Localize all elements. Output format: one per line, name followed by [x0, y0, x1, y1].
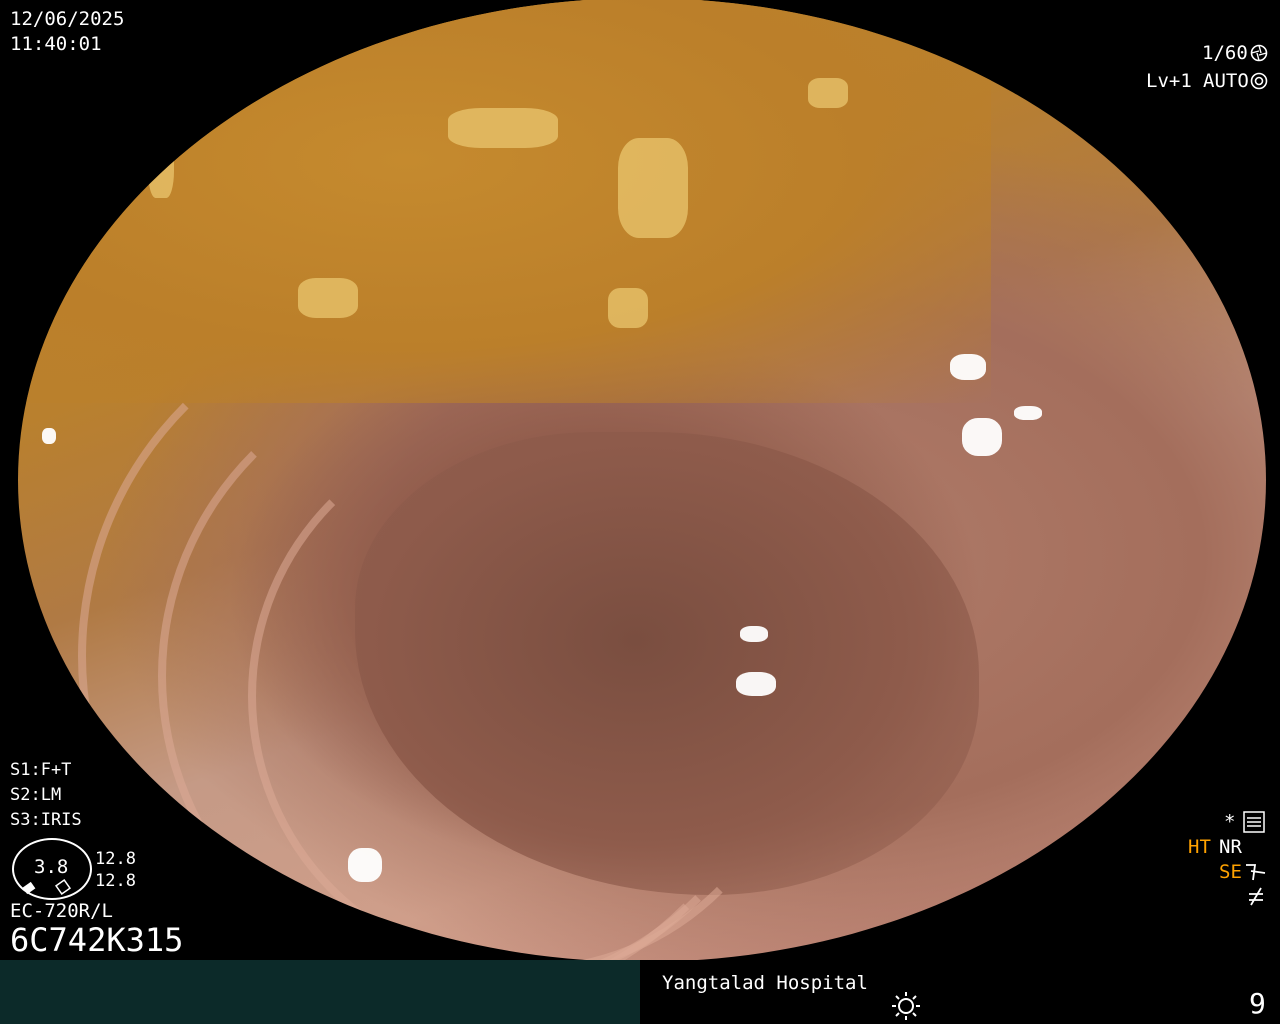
sun-icon [892, 992, 920, 1020]
light-reflection [348, 848, 382, 882]
debris [448, 108, 558, 148]
light-reflection [244, 0, 274, 16]
scope-model: EC-720R/L [10, 900, 113, 922]
light-reflection [286, 888, 316, 908]
light-reflection [736, 672, 776, 696]
se-indicator: SE [1219, 861, 1242, 883]
level-label: Lv+1 [1146, 70, 1192, 92]
debris [808, 78, 848, 108]
nr-indicator: NR [1219, 836, 1242, 858]
light-reflection [42, 428, 56, 444]
setting-s1: S1:F+T [10, 760, 72, 780]
shutter-icon [1250, 44, 1268, 62]
endoscope-image [18, 0, 1266, 962]
ht-indicator: HT [1188, 836, 1211, 858]
mode-label: AUTO [1203, 70, 1249, 92]
scope-serial: 6C742K315 [10, 921, 184, 959]
debris [608, 288, 648, 328]
light-reflection [1014, 406, 1042, 420]
auto-iris-icon [1250, 72, 1268, 90]
debris [298, 278, 358, 318]
hospital-name: Yangtalad Hospital [662, 972, 868, 994]
mucosal-fold [248, 418, 804, 962]
gauge-reading-2: 12.8 [95, 871, 136, 891]
not-equal-icon [1249, 887, 1263, 906]
time-label: 11:40:01 [10, 33, 102, 55]
gauge-reading-1: 12.8 [95, 849, 136, 869]
star-indicator: * [1224, 811, 1236, 833]
page-number: 9 [1249, 987, 1266, 1020]
setting-s3: S3:IRIS [10, 810, 82, 830]
debris [148, 108, 174, 198]
date-label: 12/06/2025 [10, 8, 125, 30]
gauge-pointer-icon [22, 878, 72, 896]
shutter-speed: 1/60 [1202, 42, 1248, 64]
gauge-value: 3.8 [34, 856, 69, 878]
light-reflection [962, 418, 1002, 456]
light-reflection [950, 354, 986, 380]
setting-s2: S2:LM [10, 785, 62, 805]
footer-left-panel [0, 960, 640, 1024]
debris [618, 138, 688, 238]
menu-list-icon [1243, 811, 1265, 833]
light-reflection [740, 626, 768, 642]
se-link-icon [1246, 864, 1266, 881]
